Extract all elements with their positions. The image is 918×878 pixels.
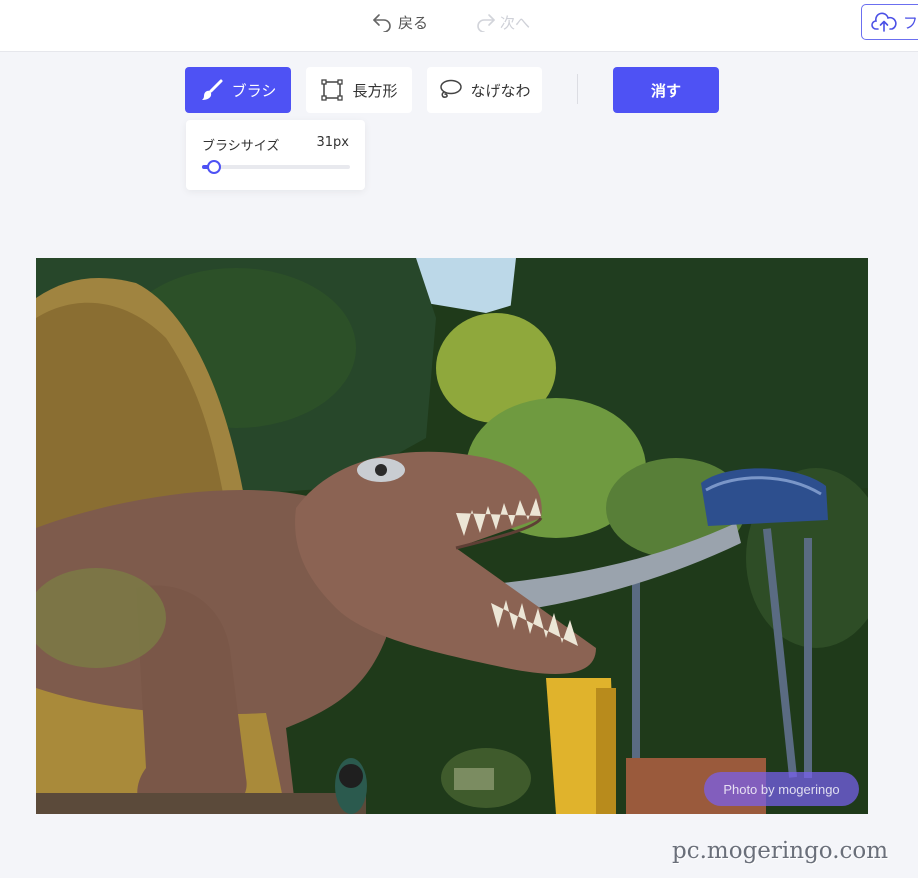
brush-size-slider[interactable]: [202, 160, 350, 174]
brush-size-slider-thumb[interactable]: [207, 160, 221, 174]
cloud-upload-icon: [871, 12, 897, 32]
redo-button[interactable]: 次へ: [474, 10, 530, 34]
lasso-icon: [440, 79, 463, 98]
photo-credit-badge: Photo by mogeringo: [704, 772, 859, 806]
site-watermark: pc.mogeringo.com: [672, 838, 889, 864]
rectangle-tool-label: 長方形: [352, 81, 398, 100]
undo-label: 戻る: [398, 13, 429, 32]
upload-label: フ: [903, 13, 918, 32]
brush-tool-button[interactable]: ブラシ: [185, 67, 291, 113]
lasso-tool-button[interactable]: なげなわ: [427, 67, 542, 113]
redo-label: 次へ: [500, 13, 531, 32]
redo-icon: [477, 14, 495, 32]
image-canvas[interactable]: [36, 258, 868, 814]
toolbar-separator: [577, 74, 578, 104]
rectangle-tool-button[interactable]: 長方形: [306, 67, 412, 113]
erase-button[interactable]: 消す: [613, 67, 719, 113]
brush-size-panel: ブラシサイズ 31px: [186, 120, 365, 190]
top-bar: 戻る 次へ フ: [0, 0, 918, 52]
undo-icon: [373, 14, 391, 32]
brush-size-value: 31px: [316, 135, 350, 150]
brush-size-label: ブラシサイズ: [202, 139, 280, 154]
lasso-tool-label: なげなわ: [470, 81, 531, 100]
dinosaur-park-photo: [36, 258, 868, 814]
brush-tool-label: ブラシ: [231, 81, 277, 100]
undo-button[interactable]: 戻る: [372, 10, 428, 34]
rectangle-icon: [321, 79, 344, 101]
upload-button[interactable]: フ: [861, 4, 918, 40]
brush-icon: [201, 79, 223, 100]
